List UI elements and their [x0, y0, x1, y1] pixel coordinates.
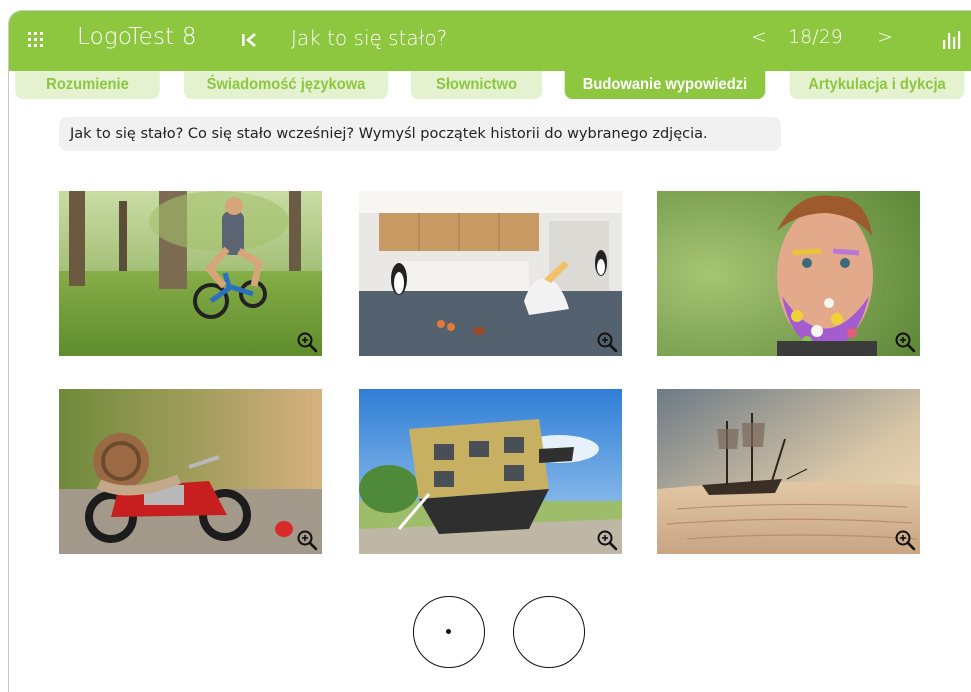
ship-desert-photo-image: [657, 389, 920, 554]
instruction-text: Jak to się stało? Co się stało wcześniej…: [59, 117, 781, 151]
tab-artykulacja-i-dykcja[interactable]: Artykulacja i dykcja: [789, 71, 965, 99]
top-bar: LogoTest 8 Jak to się stało? < 18/29 >: [9, 11, 971, 71]
snail-motorcycle-photo-image: [59, 389, 322, 554]
task-title: Jak to się stało?: [291, 26, 448, 50]
tab-swiadomosc-jezykowa[interactable]: Świadomość językowa: [183, 71, 389, 99]
photo-ship-desert[interactable]: [657, 389, 920, 554]
tab-rozumienie[interactable]: Rozumienie: [15, 71, 160, 99]
zoom-in-icon[interactable]: [596, 529, 618, 551]
zoom-in-icon[interactable]: [296, 529, 318, 551]
photo-flower-beard[interactable]: [657, 191, 920, 356]
flooded-kitchen-photo-image: [359, 191, 622, 356]
photo-snail-motorcycle[interactable]: [59, 389, 322, 554]
answer-circle-1[interactable]: [413, 596, 485, 668]
zoom-in-icon[interactable]: [296, 331, 318, 353]
page-counter: 18/29: [788, 26, 843, 48]
app-window: LogoTest 8 Jak to się stało? < 18/29 > R…: [8, 10, 971, 692]
skip-to-first-icon[interactable]: [239, 30, 259, 50]
photo-bicycle[interactable]: [59, 191, 322, 356]
tab-budowanie-wypowiedzi[interactable]: Budowanie wypowiedzi: [564, 71, 766, 99]
app-title: LogoTest 8: [77, 24, 197, 50]
photo-flooded-kitchen[interactable]: [359, 191, 622, 356]
answer-circle-2[interactable]: [513, 596, 585, 668]
recording-dot: [446, 629, 451, 634]
photo-upside-down-house[interactable]: [359, 389, 622, 554]
zoom-in-icon[interactable]: [894, 331, 916, 353]
next-page-button[interactable]: >: [877, 26, 893, 48]
bicycle-photo-image: [59, 191, 322, 356]
zoom-in-icon[interactable]: [596, 331, 618, 353]
bar-chart-icon[interactable]: [941, 29, 963, 51]
upside-down-house-photo-image: [359, 389, 622, 554]
zoom-in-icon[interactable]: [894, 529, 916, 551]
previous-page-button[interactable]: <: [751, 26, 767, 48]
category-tabs: Rozumienie Świadomość językowa Słownictw…: [9, 71, 971, 101]
tab-slownictwo[interactable]: Słownictwo: [410, 71, 543, 99]
grid-icon[interactable]: [28, 32, 43, 47]
flower-beard-photo-image: [657, 191, 920, 356]
